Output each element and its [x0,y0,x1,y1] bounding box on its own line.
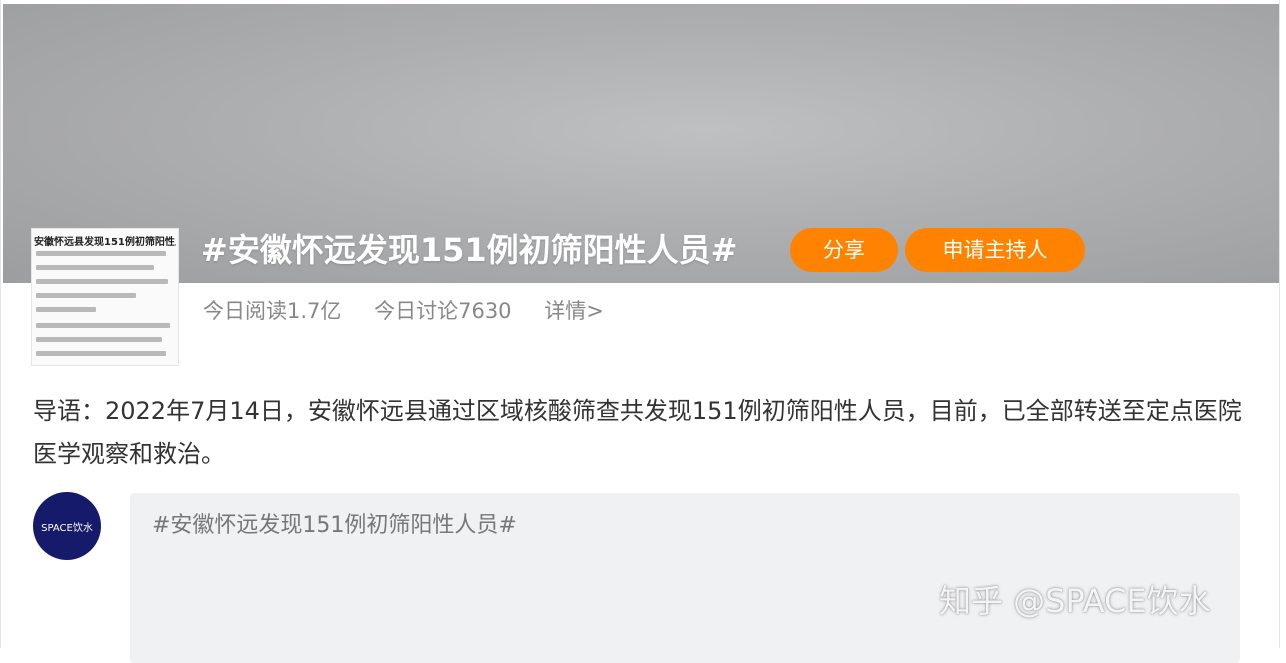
cover-text-line [36,279,168,284]
cover-text-line [36,323,170,328]
topic-title: #安徽怀远发现151例初筛阳性人员# [201,231,738,269]
post-topic-text[interactable]: #安徽怀远发现151例初筛阳性人员# [152,507,517,539]
share-button[interactable]: 分享 [790,228,898,272]
cover-text-line [36,337,162,342]
avatar-logo-text: SPACE饮水 [41,522,93,534]
topic-intro: 导语：2022年7月14日，安徽怀远县通过区域核酸筛查共发现151例初筛阳性人员… [33,397,1242,468]
cover-text-line [36,251,166,256]
discussion-count: 今日讨论7630 [374,299,512,323]
cover-text-line [36,293,136,298]
cover-text-line [36,265,154,270]
apply-host-button[interactable]: 申请主持人 [905,228,1085,272]
topic-cover-image: 安徽怀远县发现151例初筛阳性人员 [31,228,179,366]
cover-text-line [36,351,166,356]
topic-stats: 今日阅读1.7亿 今日讨论7630 详情> [203,295,630,327]
detail-link[interactable]: 详情> [544,299,604,323]
cover-text-line [36,307,96,312]
read-count: 今日阅读1.7亿 [203,299,342,323]
avatar[interactable]: SPACE饮水 [33,492,101,560]
topic-page: 安徽怀远县发现151例初筛阳性人员 #安徽怀远发现151例初筛阳性人员# 分享 … [0,0,1280,663]
zhihu-watermark: 知乎 @SPACE饮水 [939,582,1211,620]
cover-headline: 安徽怀远县发现151例初筛阳性人员 [34,237,176,248]
